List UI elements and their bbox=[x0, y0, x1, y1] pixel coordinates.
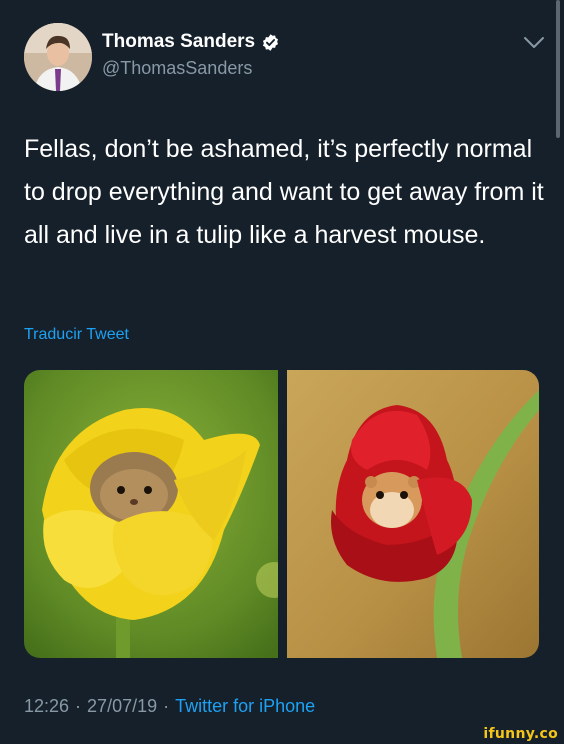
handle[interactable]: @ThomasSanders bbox=[102, 58, 252, 79]
avatar[interactable] bbox=[24, 23, 92, 91]
red-tulip-mouse-image bbox=[287, 370, 539, 658]
tweet-metadata: 12:26 · 27/07/19 · Twitter for iPhone bbox=[24, 696, 315, 717]
scrollbar[interactable] bbox=[556, 0, 560, 138]
tweet-photo-red-tulip[interactable] bbox=[287, 370, 539, 658]
avatar-image bbox=[24, 23, 92, 91]
meta-separator: · bbox=[75, 696, 82, 716]
display-name[interactable]: Thomas Sanders bbox=[102, 31, 255, 53]
verified-badge-icon bbox=[263, 33, 279, 51]
tweet-date: 27/07/19 bbox=[87, 696, 158, 716]
yellow-tulip-mouse-image bbox=[24, 370, 278, 658]
tweet-text: Fellas, don’t be ashamed, it’s perfectly… bbox=[24, 135, 544, 249]
tweet-photo-yellow-tulip[interactable] bbox=[24, 370, 278, 658]
translate-tweet-link[interactable]: Traducir Tweet bbox=[24, 326, 129, 344]
tweet-time: 12:26 bbox=[24, 696, 70, 716]
meta-separator: · bbox=[163, 696, 170, 716]
ifunny-watermark: ifunny.co bbox=[483, 726, 558, 742]
chevron-down-icon[interactable] bbox=[523, 36, 545, 50]
tweet-source-link[interactable]: Twitter for iPhone bbox=[175, 696, 315, 717]
